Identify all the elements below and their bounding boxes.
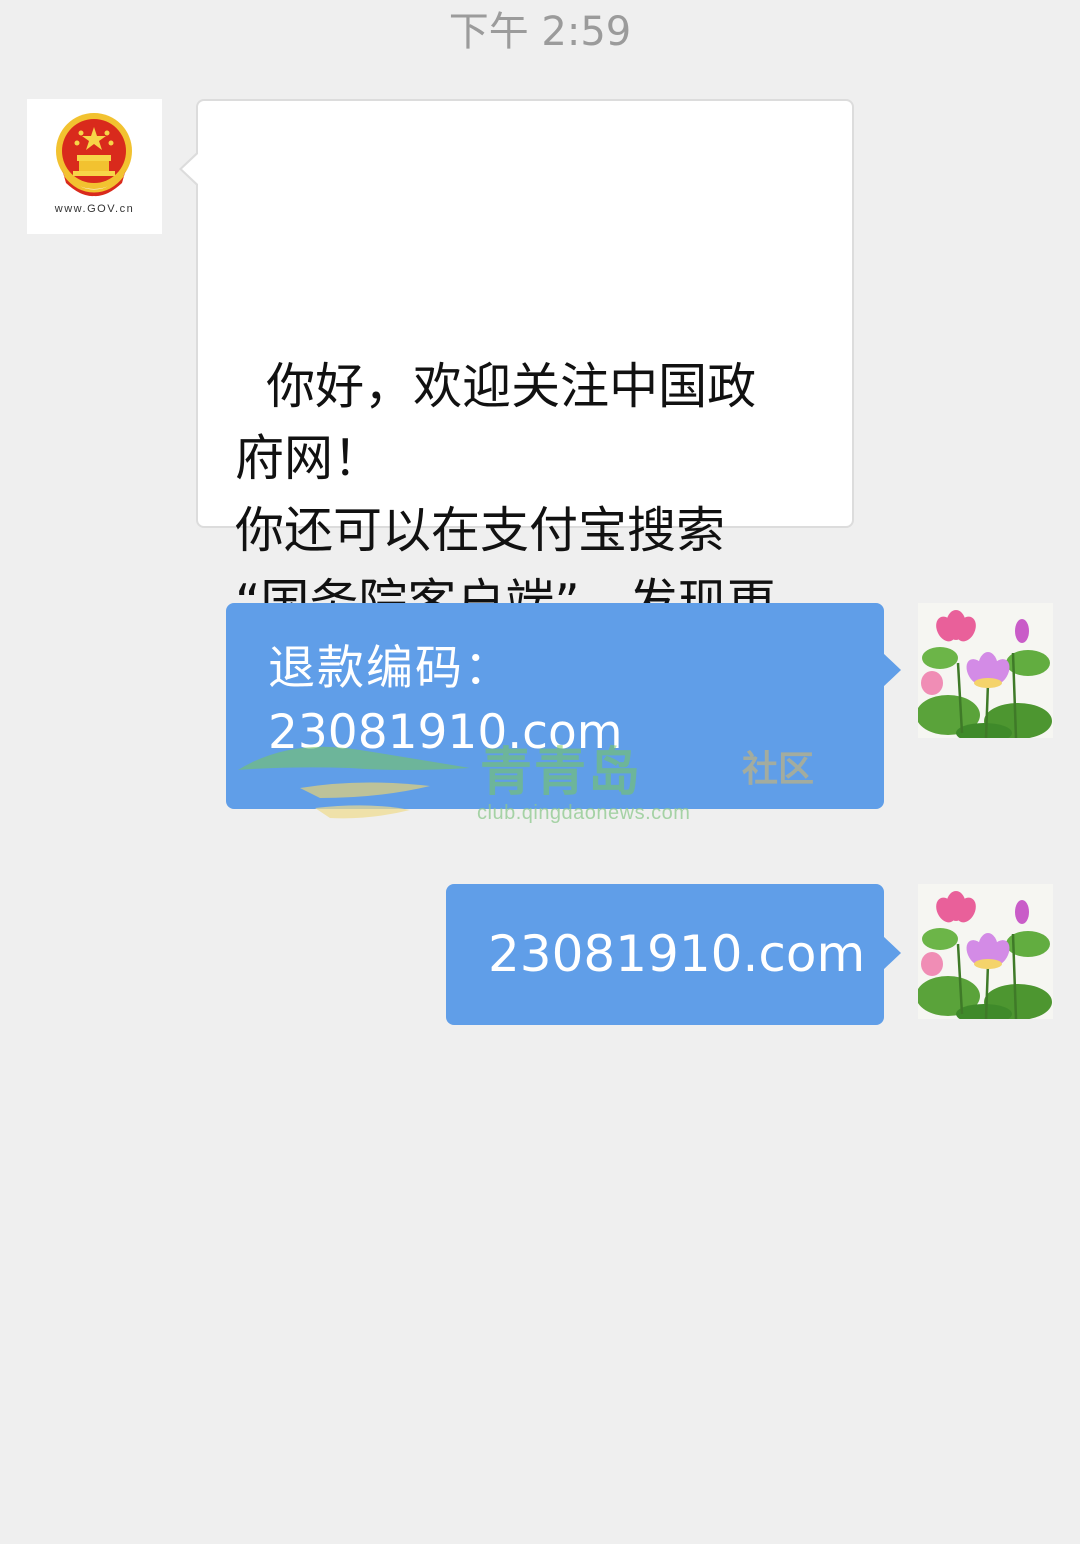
incoming-message-bubble[interactable]: 你好，欢迎关注中国政 府网！ 你还可以在支付宝搜索 “国务院客户端”，发现更 多… [179, 99, 854, 703]
avatar-caption: www.GOV.cn [54, 203, 135, 215]
outgoing-message-text: 退款编码： [268, 641, 513, 696]
bubble-tail [883, 653, 901, 687]
user-avatar[interactable] [918, 884, 1053, 1019]
user-avatar[interactable] [918, 603, 1053, 738]
gov-account-avatar[interactable]: www.GOV.cn [27, 99, 162, 234]
outgoing-message-bubble[interactable]: 退款编码： 23081910.com [226, 603, 901, 809]
bubble-tail [883, 936, 901, 970]
outgoing-message-text: 23081910.com [488, 925, 866, 983]
message-timestamp: 下午 2:59 [448, 9, 632, 55]
bubble-tail [182, 153, 199, 185]
lotus-avatar-icon [918, 603, 1053, 738]
outgoing-message-text: 23081910.com [268, 705, 623, 760]
lotus-avatar-icon [918, 884, 1053, 1019]
outgoing-message-bubble[interactable]: 23081910.com [446, 884, 901, 1025]
